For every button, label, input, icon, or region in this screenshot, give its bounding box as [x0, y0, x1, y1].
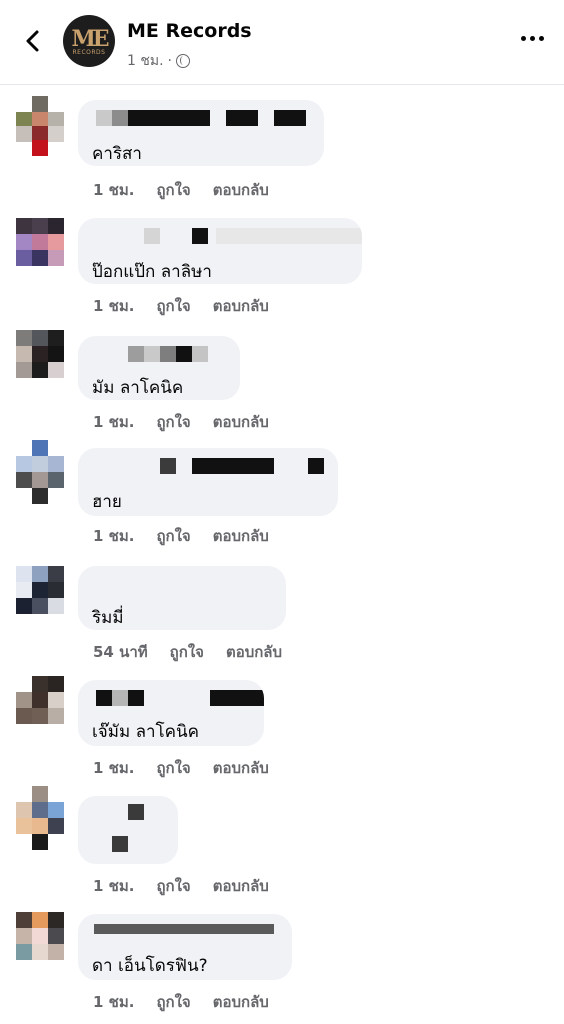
commenter-avatar[interactable] — [16, 96, 66, 156]
reply-button[interactable]: ตอบกลับ — [213, 410, 269, 434]
comment-text: เจ๊มัม ลาโคนิค — [92, 722, 200, 742]
comment-actions: 1 ชม. ถูกใจ ตอบกลับ — [93, 756, 291, 780]
comment-time: 1 ชม. — [93, 993, 135, 1011]
like-button[interactable]: ถูกใจ — [156, 524, 190, 548]
page-avatar[interactable]: ME RECORDS — [63, 15, 115, 67]
comment-bubble[interactable]: ป๊อกแป๊ก ลาลิษา — [78, 218, 362, 284]
comment-actions: 1 ชม. ถูกใจ ตอบกลับ — [93, 524, 291, 548]
comment-actions: 1 ชม. ถูกใจ ตอบกลับ — [93, 294, 291, 318]
comment-text: ริมมี่ — [92, 608, 124, 628]
like-button[interactable]: ถูกใจ — [156, 756, 190, 780]
meta-separator: · — [167, 53, 172, 69]
comment-actions: 1 ชม. ถูกใจ ตอบกลับ — [93, 990, 291, 1014]
like-button[interactable]: ถูกใจ — [156, 410, 190, 434]
comment-time: 1 ชม. — [93, 759, 135, 777]
reply-button[interactable]: ตอบกลับ — [213, 178, 269, 202]
more-options-icon[interactable] — [521, 36, 544, 41]
comment-actions: 1 ชม. ถูกใจ ตอบกลับ — [93, 410, 291, 434]
page-logo-sub: RECORDS — [72, 49, 106, 56]
comment-bubble[interactable] — [78, 796, 178, 864]
globe-icon — [176, 54, 190, 68]
back-arrow-icon[interactable] — [18, 26, 48, 56]
reply-button[interactable]: ตอบกลับ — [213, 524, 269, 548]
comment-actions: 1 ชม. ถูกใจ ตอบกลับ — [93, 874, 291, 898]
commenter-avatar[interactable] — [16, 676, 66, 736]
comment-text: ฮาย — [92, 492, 122, 512]
comment-bubble[interactable]: มัม ลาโคนิค — [78, 336, 240, 400]
post-header: ME RECORDS ME Records 1 ชม. · — [0, 0, 564, 85]
reply-button[interactable]: ตอบกลับ — [213, 756, 269, 780]
comment-time: 1 ชม. — [93, 181, 135, 199]
commenter-avatar[interactable] — [16, 786, 66, 850]
comment-text: ป๊อกแป๊ก ลาลิษา — [92, 262, 212, 282]
comment-text: มัม ลาโคนิค — [92, 378, 184, 398]
commenter-avatar[interactable] — [16, 330, 66, 390]
like-button[interactable]: ถูกใจ — [156, 294, 190, 318]
comment-time: 54 นาที — [93, 643, 148, 661]
reply-button[interactable]: ตอบกลับ — [213, 990, 269, 1014]
comment-time: 1 ชม. — [93, 413, 135, 431]
comment-time: 1 ชม. — [93, 297, 135, 315]
reply-button[interactable]: ตอบกลับ — [213, 874, 269, 898]
post-time: 1 ชม. — [127, 53, 164, 69]
comment-actions: 54 นาที ถูกใจ ตอบกลับ — [93, 640, 304, 664]
comment-bubble[interactable]: ฮาย — [78, 448, 338, 516]
commenter-avatar[interactable] — [16, 566, 66, 626]
like-button[interactable]: ถูกใจ — [156, 178, 190, 202]
commenter-avatar[interactable] — [16, 218, 66, 278]
comment-time: 1 ชม. — [93, 877, 135, 895]
page-title[interactable]: ME Records — [127, 20, 252, 42]
comment-time: 1 ชม. — [93, 527, 135, 545]
commenter-avatar[interactable] — [16, 912, 66, 972]
comment-text: คาริสา — [92, 144, 142, 164]
comment-text: ดา เอ็นโดรฟิน? — [92, 956, 208, 976]
commenter-avatar[interactable] — [16, 440, 66, 504]
like-button[interactable]: ถูกใจ — [170, 640, 204, 664]
comment-bubble[interactable]: ดา เอ็นโดรฟิน? — [78, 914, 292, 980]
like-button[interactable]: ถูกใจ — [156, 874, 190, 898]
comment-bubble[interactable]: เจ๊มัม ลาโคนิค — [78, 680, 264, 746]
post-meta: 1 ชม. · — [127, 50, 190, 72]
reply-button[interactable]: ตอบกลับ — [226, 640, 282, 664]
comment-actions: 1 ชม. ถูกใจ ตอบกลับ — [93, 178, 291, 202]
comment-bubble[interactable]: ริมมี่ — [78, 566, 286, 630]
reply-button[interactable]: ตอบกลับ — [213, 294, 269, 318]
like-button[interactable]: ถูกใจ — [156, 990, 190, 1014]
comment-bubble[interactable]: คาริสา — [78, 100, 324, 166]
